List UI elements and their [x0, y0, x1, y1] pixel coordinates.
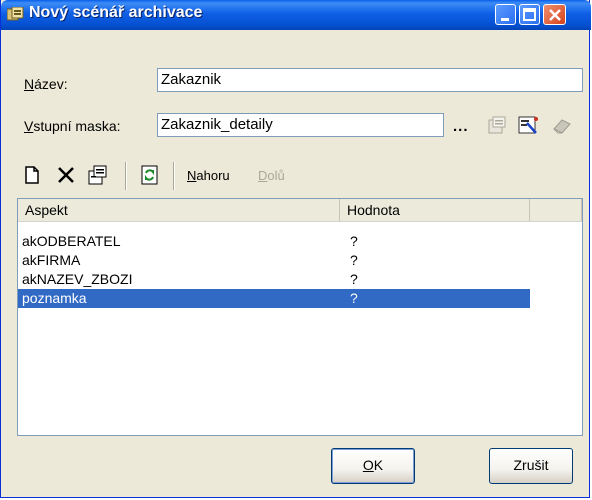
- refresh-icon[interactable]: [139, 164, 161, 186]
- list-item[interactable]: akFIRMA ?: [18, 251, 530, 270]
- name-input[interactable]: Zakaznik: [157, 68, 583, 92]
- close-button[interactable]: [543, 4, 566, 25]
- minimize-button[interactable]: [495, 4, 516, 25]
- eraser-icon[interactable]: [551, 114, 573, 136]
- mask-label: Vstupní maska:: [24, 118, 121, 134]
- toolbar-separator: [125, 162, 127, 190]
- cancel-button[interactable]: Zrušit: [489, 448, 573, 484]
- move-down-button[interactable]: Dolů: [258, 168, 285, 183]
- aspect-list[interactable]: Aspekt Hodnota akODBERATEL ? akFIRMA ? a…: [17, 198, 583, 436]
- properties-toolbar-icon[interactable]: [87, 164, 109, 186]
- wizard-icon[interactable]: [517, 114, 539, 136]
- toolbar-separator: [173, 162, 175, 190]
- delete-icon[interactable]: [55, 164, 77, 186]
- dialog-window: Nový scénář archivace Název: Zakaznik Vs…: [0, 0, 591, 498]
- ok-button[interactable]: OK: [331, 448, 415, 484]
- column-header-aspekt[interactable]: Aspekt: [18, 199, 340, 221]
- browse-mask-button[interactable]: ...: [453, 118, 469, 135]
- title-bar[interactable]: Nový scénář archivace: [1, 0, 591, 30]
- list-header: Aspekt Hodnota: [18, 199, 582, 222]
- properties-icon[interactable]: [487, 114, 509, 136]
- list-item[interactable]: akODBERATEL ?: [18, 232, 530, 251]
- column-header-empty[interactable]: [530, 199, 582, 221]
- list-item[interactable]: akNAZEV_ZBOZI ?: [18, 270, 530, 289]
- window-title: Nový scénář archivace: [29, 4, 203, 21]
- column-header-hodnota[interactable]: Hodnota: [340, 199, 530, 221]
- new-icon[interactable]: [21, 164, 43, 186]
- mask-input[interactable]: Zakaznik_detaily: [157, 113, 444, 137]
- list-item-selected[interactable]: poznamka ?: [18, 289, 530, 308]
- archive-scenario-icon: [6, 6, 24, 22]
- move-up-button[interactable]: Nahoru: [187, 168, 230, 183]
- name-label: Název:: [24, 76, 68, 92]
- maximize-button[interactable]: [519, 4, 540, 25]
